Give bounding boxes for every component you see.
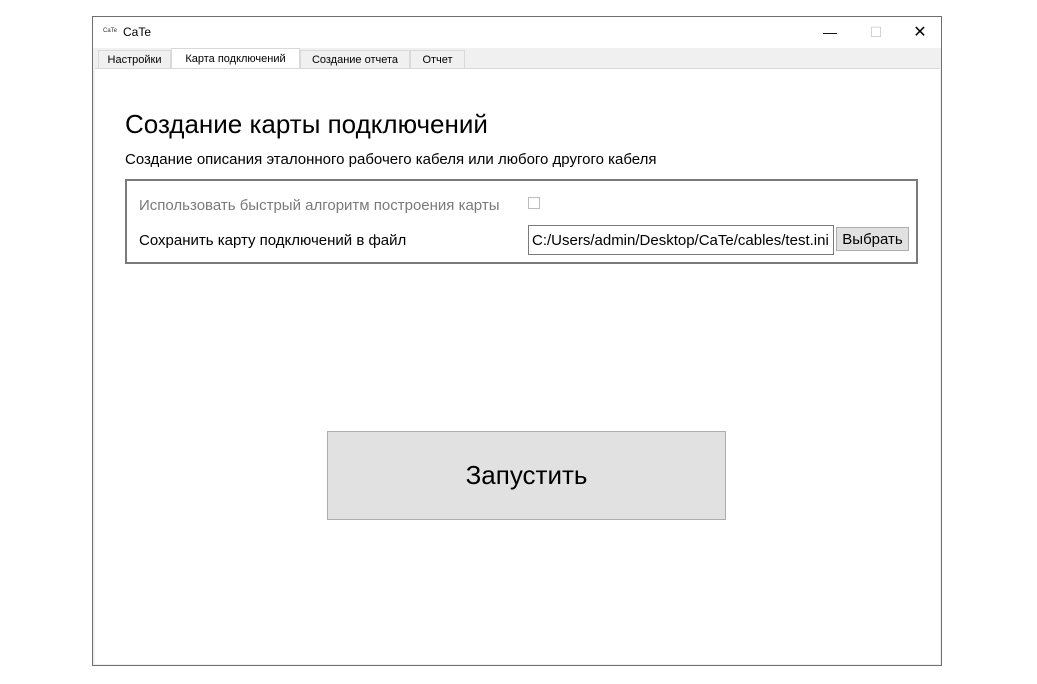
tab-report-creation[interactable]: Создание отчета — [300, 50, 410, 68]
file-path-input[interactable] — [528, 225, 834, 255]
run-button[interactable]: Запустить — [327, 431, 726, 520]
app-icon: CaTe — [103, 28, 118, 34]
fast-algorithm-label: Использовать быстрый алгоритм построения… — [139, 197, 500, 214]
tab-content-panel: Создание карты подключений Создание опис… — [95, 68, 940, 664]
close-button[interactable]: ✕ — [897, 17, 943, 47]
window-title: CaTe — [123, 25, 152, 39]
browse-button[interactable]: Выбрать — [836, 227, 909, 251]
title-bar[interactable]: CaTe CaTe — ☐ ✕ — [93, 17, 941, 48]
tab-bar: Настройки Карта подключений Создание отч… — [93, 48, 941, 69]
page-title: Создание карты подключений — [125, 109, 488, 139]
tab-connection-map[interactable]: Карта подключений — [171, 48, 300, 69]
app-window: CaTe CaTe — ☐ ✕ Настройки Карта подключе… — [92, 16, 942, 666]
save-to-file-label: Сохранить карту подключений в файл — [139, 232, 407, 249]
minimize-button[interactable]: — — [807, 17, 853, 47]
fast-algorithm-checkbox[interactable] — [528, 197, 540, 209]
maximize-button[interactable]: ☐ — [853, 17, 899, 47]
page-subtitle: Создание описания эталонного рабочего ка… — [125, 151, 657, 168]
tab-settings[interactable]: Настройки — [98, 50, 171, 68]
tab-report[interactable]: Отчет — [410, 50, 465, 68]
options-group: Использовать быстрый алгоритм построения… — [125, 179, 918, 264]
